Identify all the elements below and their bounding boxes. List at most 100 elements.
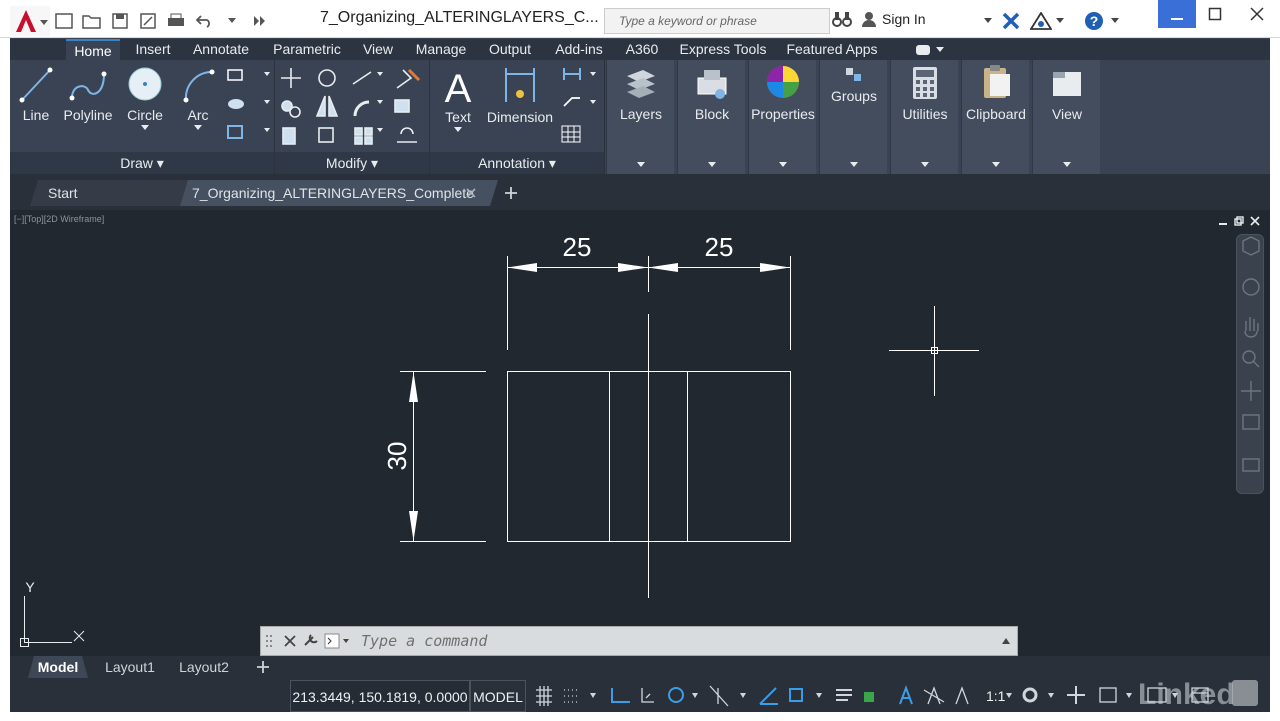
new-layout-icon[interactable] [256, 660, 270, 674]
infer-constraints-icon [611, 688, 630, 703]
help-dropdown-icon[interactable] [1111, 18, 1119, 24]
circle-dropdown-icon[interactable] [141, 125, 149, 131]
auto-scale-icon [923, 686, 945, 705]
line-tool-button[interactable]: Line [14, 64, 58, 123]
help-icon[interactable]: ? [1084, 11, 1104, 31]
status-bar: 213.3449, 150.1819, 0.0000 MODEL 1:1 [10, 680, 1270, 712]
ucs-icon [20, 596, 85, 647]
undo-icon[interactable] [192, 9, 216, 33]
sign-in-button[interactable]: Sign In [862, 11, 926, 27]
tab-featured-apps[interactable]: Featured Apps [782, 39, 882, 61]
close-tab-icon[interactable] [466, 188, 476, 198]
tab-home[interactable]: Home [66, 39, 120, 61]
block-label: Block [694, 106, 730, 122]
lineweight-icon [836, 689, 852, 701]
arc-tool-button[interactable]: Arc [174, 64, 222, 131]
units-icon [1099, 687, 1117, 703]
command-line[interactable]: Type a command [260, 626, 1018, 656]
block-panel[interactable]: Block [677, 60, 745, 174]
command-input[interactable]: Type a command [361, 632, 487, 650]
more-tools-icon[interactable] [248, 9, 272, 33]
dimension-text-top-right: 25 [705, 232, 734, 262]
tab-parametric[interactable]: Parametric [268, 39, 346, 61]
layout-tab-model[interactable]: Model [28, 656, 88, 678]
autodesk-a360-icon[interactable] [1030, 12, 1052, 30]
help-search-input[interactable]: Type a keyword or phrase [604, 8, 830, 34]
a360-dropdown-icon[interactable] [1056, 18, 1064, 24]
polyline-label: Polyline [63, 107, 113, 123]
tab-add-ins[interactable]: Add-ins [548, 39, 610, 61]
utilities-dropdown-icon[interactable] [921, 162, 929, 168]
arrowhead [409, 511, 418, 541]
modify-tools-grid[interactable] [279, 66, 425, 152]
layout-tab-layout2[interactable]: Layout2 [170, 656, 238, 678]
new-file-icon[interactable] [52, 9, 76, 33]
tab-manage[interactable]: Manage [410, 39, 472, 61]
tab-insert[interactable]: Insert [132, 39, 174, 61]
model-space-button[interactable]: MODEL [470, 680, 526, 712]
drawing-area[interactable]: [−][Top][2D Wireframe] 25 25 30 Y Type a… [10, 210, 1270, 656]
view-panel[interactable]: View [1032, 60, 1100, 174]
ribbon-tab-bar: Home Insert Annotate Parametric View Man… [0, 38, 1280, 61]
exchange-apps-icon[interactable] [1002, 12, 1020, 30]
new-tab-icon[interactable] [504, 186, 518, 200]
tab-express-tools[interactable]: Express Tools [676, 39, 770, 61]
save-as-icon[interactable] [136, 9, 160, 33]
annotation-small-tools[interactable] [560, 66, 600, 150]
polyline-tool-button[interactable]: Polyline [60, 64, 116, 123]
text-dropdown-icon[interactable] [454, 127, 462, 133]
print-icon[interactable] [164, 9, 188, 33]
recent-commands-icon[interactable] [323, 632, 353, 650]
layers-dropdown-icon[interactable] [637, 162, 645, 168]
groups-panel[interactable]: Groups [819, 60, 887, 174]
properties-dropdown-icon[interactable] [779, 162, 787, 168]
undo-dropdown-icon[interactable] [220, 9, 244, 33]
ribbon-state-toggle-icon[interactable] [916, 44, 946, 56]
application-menu-button[interactable] [10, 6, 50, 36]
file-tab-document[interactable]: 7_Organizing_ALTERINGLAYERS_Complete [180, 180, 498, 206]
tab-a360[interactable]: A360 [620, 39, 664, 61]
command-history-icon[interactable] [1001, 637, 1011, 645]
close-button[interactable] [1234, 0, 1280, 28]
tab-output[interactable]: Output [484, 39, 536, 61]
view-dropdown-icon[interactable] [1063, 162, 1071, 168]
tab-view[interactable]: View [358, 39, 398, 61]
clipboard-dropdown-icon[interactable] [992, 162, 1000, 168]
dimension-tool-button[interactable]: Dimension [484, 64, 556, 125]
minimize-button[interactable] [1158, 0, 1196, 28]
groups-icon [846, 68, 861, 81]
draw-panel-title[interactable]: Draw ▾ [10, 152, 274, 174]
properties-panel[interactable]: Properties [748, 60, 816, 174]
layers-panel[interactable]: Layers [606, 60, 674, 174]
circle-tool-button[interactable]: Circle [120, 64, 170, 131]
block-dropdown-icon[interactable] [708, 162, 716, 168]
command-line-close-icon[interactable] [281, 634, 299, 648]
close-icon [1250, 7, 1264, 21]
status-bar-toggles[interactable]: 1:1 [532, 680, 1212, 712]
open-folder-icon[interactable] [80, 9, 104, 33]
transparency-icon [864, 692, 874, 702]
draw-small-tools[interactable] [226, 66, 272, 150]
command-line-grip-icon[interactable] [261, 628, 281, 654]
binoculars-search-icon[interactable] [832, 10, 852, 33]
maximize-button[interactable] [1196, 0, 1234, 28]
text-tool-button[interactable]: A Text [436, 64, 480, 133]
annotation-scale-label: 1:1 [986, 688, 1006, 704]
layout-tab-layout1[interactable]: Layout1 [98, 656, 162, 678]
coordinates-readout[interactable]: 213.3449, 150.1819, 0.0000 [290, 680, 470, 712]
file-tab-start[interactable]: Start [30, 180, 190, 206]
annotation-panel-title[interactable]: Annotation ▾ [430, 152, 604, 174]
sign-in-dropdown-icon[interactable] [984, 18, 992, 24]
color-wheel-icon [767, 66, 799, 98]
maximize-icon [1208, 7, 1222, 21]
orbit-icon [1241, 381, 1261, 401]
utilities-panel[interactable]: Utilities [890, 60, 958, 174]
modify-panel-title[interactable]: Modify ▾ [275, 152, 429, 174]
navigation-bar-icons[interactable] [1237, 235, 1265, 495]
customize-wrench-icon[interactable] [299, 633, 323, 649]
groups-dropdown-icon[interactable] [850, 162, 858, 168]
clipboard-panel[interactable]: Clipboard [961, 60, 1029, 174]
arc-dropdown-icon[interactable] [194, 125, 202, 131]
save-icon[interactable] [108, 9, 132, 33]
tab-annotate[interactable]: Annotate [186, 39, 256, 61]
